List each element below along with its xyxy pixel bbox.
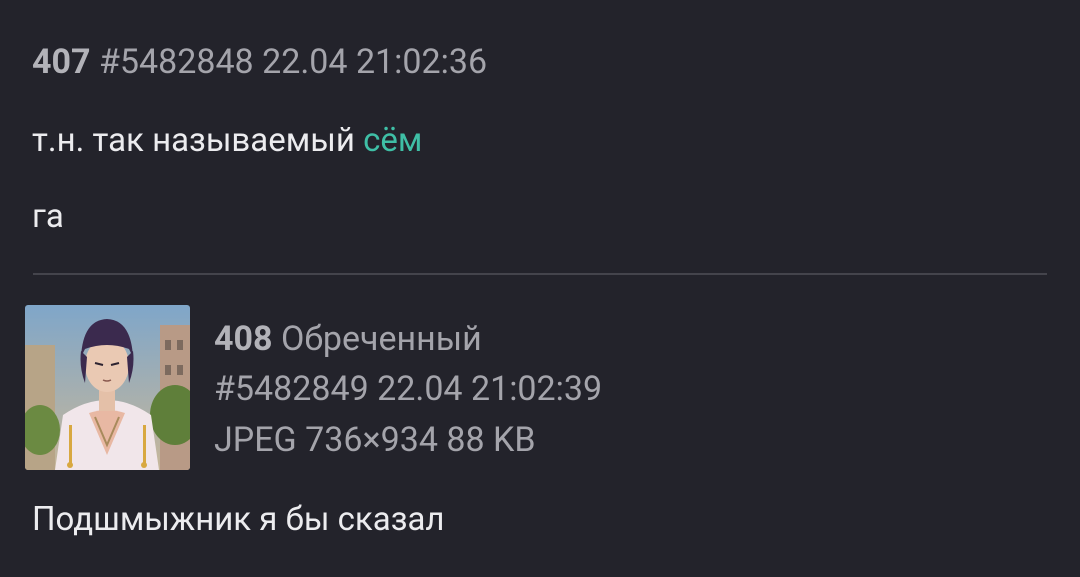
post-link[interactable]: сём: [363, 121, 422, 160]
file-info[interactable]: JPEG 736×934 88 KB: [214, 418, 536, 462]
post-number[interactable]: 407: [32, 42, 91, 82]
post-time: 21:02:36: [355, 42, 488, 82]
file-format: JPEG: [214, 420, 297, 460]
anime-character-thumbnail[interactable]: [25, 305, 190, 470]
post-divider: [33, 273, 1047, 275]
post-date: 22.04: [262, 42, 348, 82]
post-time: 21:02:39: [470, 369, 603, 409]
post-text-line: Подшмыжник я бы сказал: [32, 500, 445, 539]
file-size: 88 KB: [446, 420, 536, 460]
post-author: Обреченный: [280, 319, 482, 359]
post-id[interactable]: #5482849: [214, 369, 369, 409]
post-text-line: га: [32, 197, 64, 236]
post-date: 22.04: [377, 369, 463, 409]
post-id[interactable]: #5482848: [99, 42, 254, 82]
post-id-line: #5482849 22.04 21:02:39: [214, 367, 602, 411]
post-text-line: т.н. так называемый сём: [32, 119, 422, 163]
post-header: 407 #5482848 22.04 21:02:36: [32, 40, 487, 84]
file-dimensions: 736×934: [305, 420, 438, 460]
post-header: 408 Обреченный: [214, 317, 482, 361]
post-text-prefix: т.н. так называемый: [32, 121, 364, 160]
post-number[interactable]: 408: [214, 319, 273, 359]
